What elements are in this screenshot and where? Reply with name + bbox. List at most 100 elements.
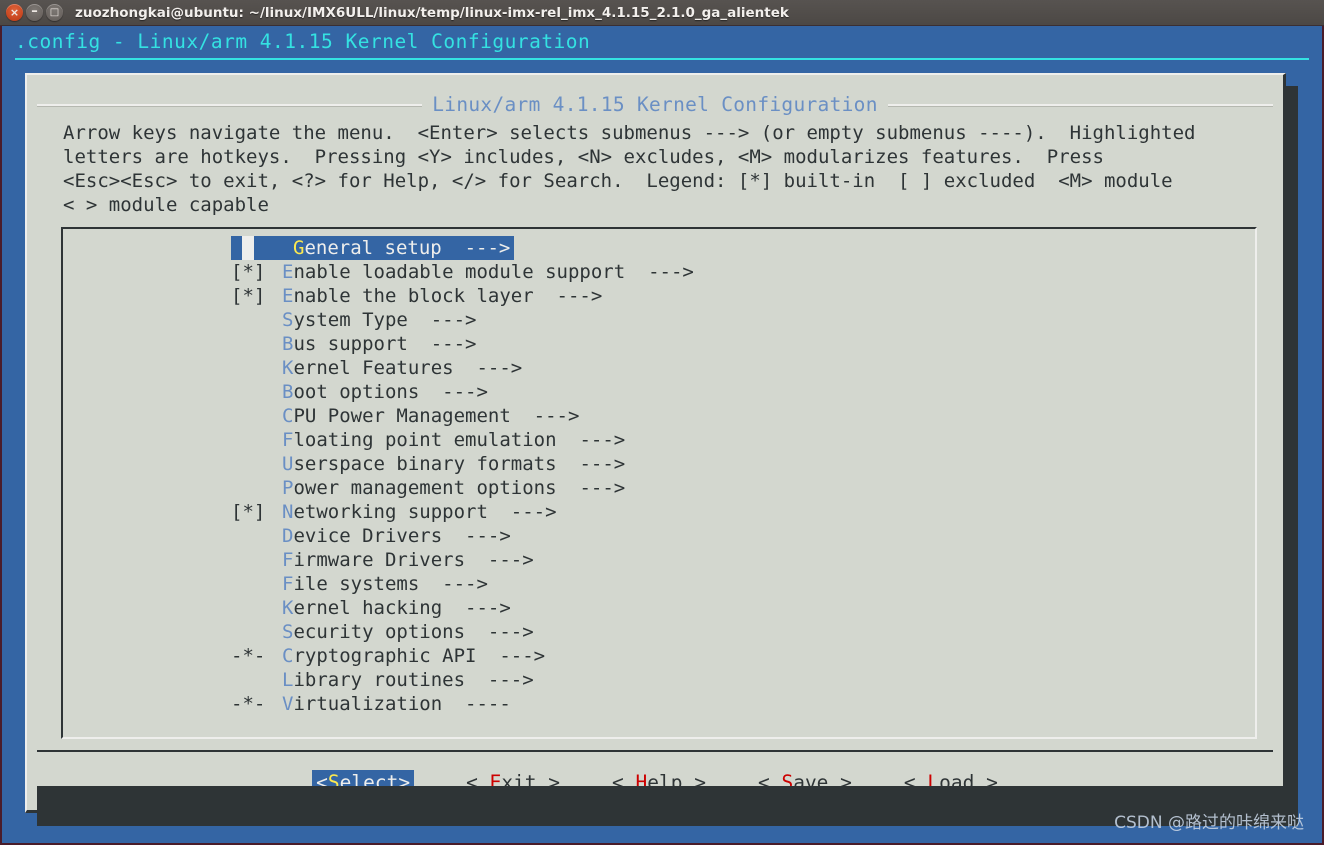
- submenu-arrow: --->: [487, 501, 557, 523]
- submenu-arrow: --->: [453, 357, 523, 379]
- menu-item[interactable]: C PU Power Management --->: [63, 404, 1255, 428]
- submenu-arrow: --->: [441, 237, 511, 259]
- window-close-button[interactable]: ×: [6, 4, 23, 21]
- submenu-arrow: --->: [465, 621, 534, 643]
- menu-item-hotkey: N: [282, 501, 294, 523]
- menu-item-label: serspace binary formats: [293, 453, 557, 475]
- menu-item[interactable]: Floating point emulation --->: [63, 428, 1255, 452]
- menu-item[interactable]: Boot options --->: [63, 380, 1255, 404]
- submenu-arrow: --->: [533, 285, 603, 307]
- menu-item-label: ystem Type: [293, 309, 408, 331]
- dialog-title-rule-left: [37, 103, 423, 106]
- menuconfig-dialog: Linux/arm 4.1.15 Kernel Configuration Ar…: [25, 73, 1286, 813]
- menu-item-text: General setup --->: [254, 236, 510, 260]
- backtitle: .config - Linux/arm 4.1.15 Kernel Config…: [15, 30, 591, 53]
- maximize-icon: □: [49, 7, 60, 18]
- close-icon: ×: [9, 6, 20, 19]
- submenu-arrow: --->: [407, 333, 477, 355]
- menu-item[interactable]: File systems --->: [63, 572, 1255, 596]
- menu-item-selection-bar: General setup --->: [231, 236, 515, 260]
- submenu-arrow: --->: [556, 429, 626, 451]
- menu-item-hotkey: G: [293, 237, 305, 259]
- menu-item-label: PU Power Management: [293, 405, 511, 427]
- menu-item-hotkey: B: [282, 333, 294, 355]
- menu-item-state-mark: [*]: [231, 261, 266, 283]
- menu-item-hotkey: C: [282, 405, 294, 427]
- submenu-arrow: --->: [625, 261, 694, 283]
- menu-item[interactable]: System Type --->: [63, 308, 1255, 332]
- menu-item-label: ower management options: [293, 477, 557, 499]
- menu-item-hotkey: U: [282, 453, 294, 475]
- submenu-arrow: --->: [465, 549, 534, 571]
- menu-item[interactable]: Firmware Drivers --->: [63, 548, 1255, 572]
- menu-item[interactable]: Kernel Features --->: [63, 356, 1255, 380]
- submenu-arrow: ----: [442, 693, 511, 715]
- submenu-arrow: --->: [419, 381, 488, 403]
- window-titlebar: × – □ zuozhongkai@ubuntu: ~/linux/IMX6UL…: [0, 0, 1324, 26]
- screenshot-root: × – □ zuozhongkai@ubuntu: ~/linux/IMX6UL…: [0, 0, 1324, 845]
- menu-item[interactable]: Device Drivers --->: [63, 524, 1255, 548]
- menu-item[interactable]: General setup --->: [63, 236, 1255, 260]
- menu-item[interactable]: Power management options --->: [63, 476, 1255, 500]
- menu-item-hotkey: S: [282, 309, 294, 331]
- menu-item[interactable]: Library routines --->: [63, 668, 1255, 692]
- menu-item-hotkey: K: [282, 357, 294, 379]
- menu-item[interactable]: [*] Enable loadable module support --->: [63, 260, 1255, 284]
- backtitle-rule: [15, 58, 1309, 60]
- cursor-block: [242, 236, 254, 260]
- menu-item-hotkey: S: [282, 621, 294, 643]
- menu-item-label: irtualization: [293, 693, 443, 715]
- menu-item[interactable]: Kernel hacking --->: [63, 596, 1255, 620]
- menu-item-label: ryptographic API: [293, 645, 477, 667]
- menu-item-label: ernel hacking: [293, 597, 443, 619]
- submenu-arrow: --->: [419, 573, 488, 595]
- terminal-body: .config - Linux/arm 4.1.15 Kernel Config…: [0, 26, 1324, 845]
- submenu-arrow: --->: [510, 405, 580, 427]
- menu-item[interactable]: -*- Virtualization ----: [63, 692, 1255, 716]
- dialog-title: Linux/arm 4.1.15 Kernel Configuration: [432, 93, 878, 116]
- menu-item[interactable]: [*] Networking support --->: [63, 500, 1255, 524]
- menu-item-hotkey: L: [282, 669, 294, 691]
- menu-item-state-mark: -*-: [231, 645, 266, 667]
- minimize-icon: –: [31, 4, 38, 19]
- menu-item-hotkey: E: [282, 261, 294, 283]
- menu-item[interactable]: Security options --->: [63, 620, 1255, 644]
- menu-item[interactable]: Bus support --->: [63, 332, 1255, 356]
- help-text: Arrow keys navigate the menu. <Enter> se…: [63, 122, 1196, 216]
- menu-item-hotkey: D: [282, 525, 294, 547]
- menu-listbox[interactable]: General setup ---> [*] Enable loadable mod…: [61, 227, 1257, 739]
- menu-item-label: loating point emulation: [293, 429, 557, 451]
- submenu-arrow: --->: [465, 669, 534, 691]
- menu-item[interactable]: -*- Cryptographic API --->: [63, 644, 1255, 668]
- menu-item-label: ernel Features: [293, 357, 454, 379]
- menu-item-hotkey: F: [282, 573, 294, 595]
- submenu-arrow: --->: [476, 645, 546, 667]
- menu-item-hotkey: E: [282, 285, 294, 307]
- button-separator: [37, 750, 1273, 752]
- menu-item-state-mark: [*]: [231, 501, 266, 523]
- submenu-arrow: --->: [442, 597, 511, 619]
- menu-item-state-mark: -*-: [231, 693, 266, 715]
- menu-item-label: evice Drivers: [293, 525, 443, 547]
- menu-item-hotkey: V: [282, 693, 294, 715]
- menu-item-label: us support: [293, 333, 408, 355]
- menu-item-label: etworking support: [293, 501, 488, 523]
- window-maximize-button[interactable]: □: [46, 4, 63, 21]
- submenu-arrow: --->: [556, 453, 626, 475]
- menu-item-label: eneral setup: [304, 237, 442, 259]
- menu-item-hotkey: F: [282, 549, 294, 571]
- menu-list: General setup ---> [*] Enable loadable mod…: [63, 236, 1255, 716]
- menu-item-label: nable the block layer: [293, 285, 534, 307]
- menu-item-hotkey: F: [282, 429, 294, 451]
- window-title: zuozhongkai@ubuntu: ~/linux/IMX6ULL/linu…: [75, 4, 789, 21]
- menu-item-label: ile systems: [293, 573, 420, 595]
- dialog-title-row: Linux/arm 4.1.15 Kernel Configuration: [37, 93, 1274, 116]
- menu-item[interactable]: [*] Enable the block layer --->: [63, 284, 1255, 308]
- menu-item-label: oot options: [293, 381, 420, 403]
- dialog-title-rule-right: [887, 103, 1274, 106]
- submenu-arrow: --->: [442, 525, 511, 547]
- menu-item-label: nable loadable module support: [293, 261, 626, 283]
- menu-item[interactable]: Userspace binary formats --->: [63, 452, 1255, 476]
- window-minimize-button[interactable]: –: [26, 4, 43, 21]
- menu-item-hotkey: P: [282, 477, 294, 499]
